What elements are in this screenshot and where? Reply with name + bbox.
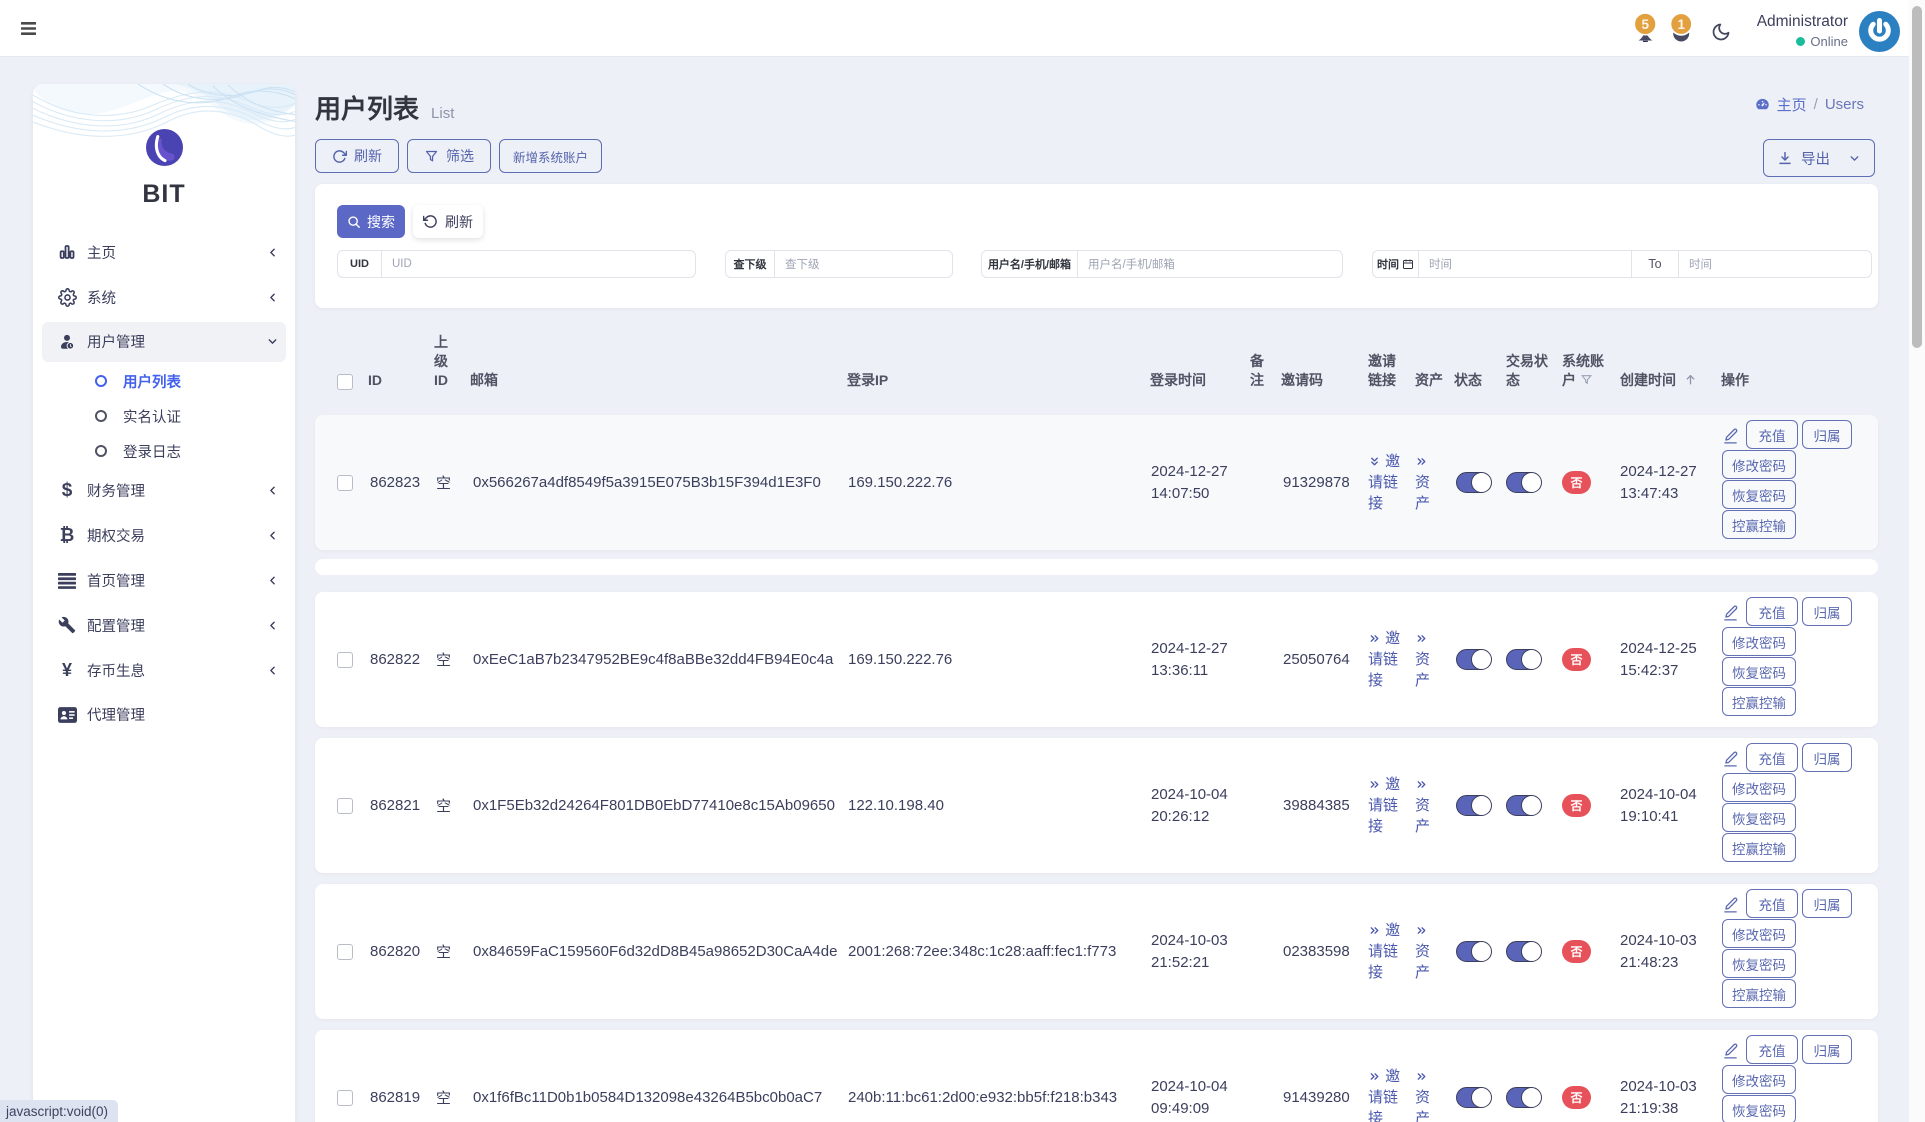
svg-text:5: 5 <box>1641 17 1649 32</box>
svg-text:1: 1 <box>1677 17 1685 32</box>
